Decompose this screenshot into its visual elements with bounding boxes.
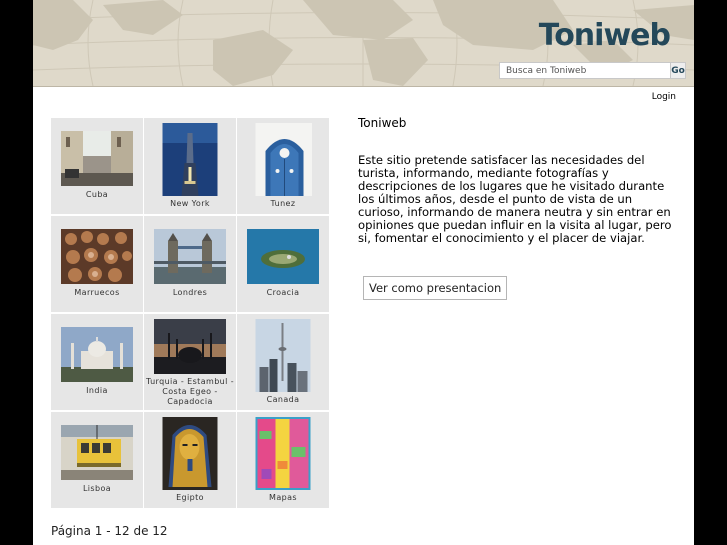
destination-gallery: Cuba New York Tunez Marruecos Londres Cr…	[51, 118, 332, 510]
gallery-caption: Canada	[266, 395, 300, 404]
gallery-item-egipto[interactable]: Egipto	[144, 412, 237, 510]
gallery-item-marruecos[interactable]: Marruecos	[51, 216, 144, 314]
pagination-info: Página 1 - 12 de 12	[51, 524, 168, 538]
map-photo-icon[interactable]	[255, 417, 311, 490]
gallery-caption: Cuba	[85, 190, 109, 199]
island-photo-icon[interactable]	[247, 229, 319, 284]
gallery-caption: Turquia - Estambul - Costa Egeo - Capado…	[146, 377, 234, 406]
header-banner: Toniweb Busca en Toniweb Go	[33, 0, 694, 87]
gallery-caption: Egipto	[176, 493, 204, 502]
gallery-item-india[interactable]: India	[51, 314, 144, 412]
mosque-sunset-photo-icon[interactable]	[154, 319, 226, 374]
search-button[interactable]: Go	[670, 62, 686, 79]
gallery-caption: New York	[170, 199, 210, 208]
slideshow-button[interactable]: Ver como presentacion	[363, 276, 508, 300]
gallery-item-londres[interactable]: Londres	[144, 216, 237, 314]
site-logo[interactable]: Toniweb	[539, 18, 671, 53]
gallery-item-new-york[interactable]: New York	[144, 118, 237, 216]
gallery-item-canada[interactable]: Canada	[237, 314, 330, 412]
search-input[interactable]: Busca en Toniweb	[499, 62, 671, 79]
page: Toniweb Busca en Toniweb Go Login Cuba N…	[33, 0, 694, 545]
gallery-item-tunez[interactable]: Tunez	[237, 118, 330, 216]
gallery-item-turquia[interactable]: Turquia - Estambul - Costa Egeo - Capado…	[144, 314, 237, 412]
street-photo-icon[interactable]	[61, 131, 133, 186]
blue-door-photo-icon[interactable]	[254, 123, 312, 196]
pharaoh-mask-photo-icon[interactable]	[162, 417, 218, 490]
gallery-item-mapas[interactable]: Mapas	[237, 412, 330, 510]
gallery-caption: Londres	[172, 288, 208, 297]
tower-bridge-photo-icon[interactable]	[154, 229, 226, 284]
intro-text: Este sitio pretende satisfacer las neces…	[358, 153, 672, 245]
taj-mahal-photo-icon[interactable]	[61, 327, 133, 382]
site-title: Toniweb	[358, 116, 407, 130]
tram-photo-icon[interactable]	[61, 425, 133, 480]
cn-tower-photo-icon[interactable]	[255, 319, 311, 392]
gallery-caption: Lisboa	[82, 484, 112, 493]
dye-pits-photo-icon[interactable]	[61, 229, 133, 284]
gallery-item-cuba[interactable]: Cuba	[51, 118, 144, 216]
gallery-caption: India	[86, 386, 108, 395]
gallery-caption: Croacia	[266, 288, 300, 297]
gallery-item-lisboa[interactable]: Lisboa	[51, 412, 144, 510]
gallery-caption: Marruecos	[74, 288, 120, 297]
gallery-caption: Mapas	[269, 493, 297, 502]
gallery-caption: Tunez	[270, 199, 296, 208]
login-link[interactable]: Login	[652, 92, 676, 102]
gallery-item-croacia[interactable]: Croacia	[237, 216, 330, 314]
skyscraper-photo-icon[interactable]	[162, 123, 218, 196]
